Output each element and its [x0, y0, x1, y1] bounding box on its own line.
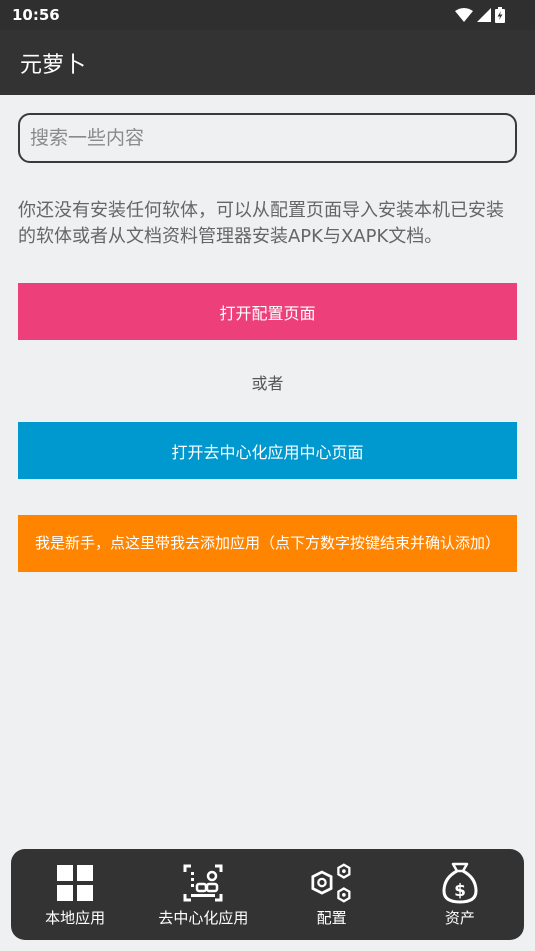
- bottom-nav: 本地应用 去中心化应用 配置 $ 资产: [11, 849, 524, 940]
- wifi-icon: [455, 8, 473, 22]
- status-time: 10:56: [12, 6, 60, 24]
- status-bar: 10:56: [0, 0, 535, 30]
- search-input[interactable]: [30, 127, 515, 149]
- money-bag-icon: $: [439, 862, 481, 904]
- grid-icon: [54, 862, 96, 904]
- status-icons: [455, 7, 505, 23]
- decentralized-icon: [182, 862, 224, 904]
- nav-label-local-apps: 本地应用: [45, 909, 106, 927]
- open-decentralized-label: 打开去中心化应用中心页面: [171, 442, 364, 462]
- svg-text:$: $: [454, 881, 466, 901]
- newbie-guide-button[interactable]: 我是新手，点这里带我去添加应用（点下方数字按键结束并确认添加）: [18, 515, 517, 572]
- battery-charging-icon: [495, 7, 505, 23]
- nav-label-assets: 资产: [444, 909, 475, 927]
- nav-label-decentralized-apps: 去中心化应用: [158, 909, 249, 927]
- app-bar: 元萝卜: [0, 30, 535, 95]
- nav-item-config[interactable]: 配置: [268, 849, 396, 940]
- nav-item-assets[interactable]: $ 资产: [396, 849, 524, 940]
- signal-icon: [477, 8, 491, 22]
- open-config-button[interactable]: 打开配置页面: [18, 283, 517, 340]
- app-title: 元萝卜: [20, 52, 87, 78]
- nav-item-local-apps[interactable]: 本地应用: [11, 849, 139, 940]
- hexagons-icon: [311, 862, 353, 904]
- or-separator: 或者: [251, 374, 284, 393]
- newbie-guide-label: 我是新手，点这里带我去添加应用（点下方数字按键结束并确认添加）: [34, 534, 500, 552]
- empty-state-message: 你还没有安装任何软体，可以从配置页面导入安装本机已安装的软体或者从文档资料管理器…: [18, 200, 504, 247]
- nav-label-config: 配置: [316, 909, 347, 927]
- open-config-label: 打开配置页面: [219, 303, 316, 323]
- open-decentralized-button[interactable]: 打开去中心化应用中心页面: [18, 422, 517, 479]
- search-box[interactable]: [18, 113, 517, 163]
- nav-item-decentralized-apps[interactable]: 去中心化应用: [139, 849, 267, 940]
